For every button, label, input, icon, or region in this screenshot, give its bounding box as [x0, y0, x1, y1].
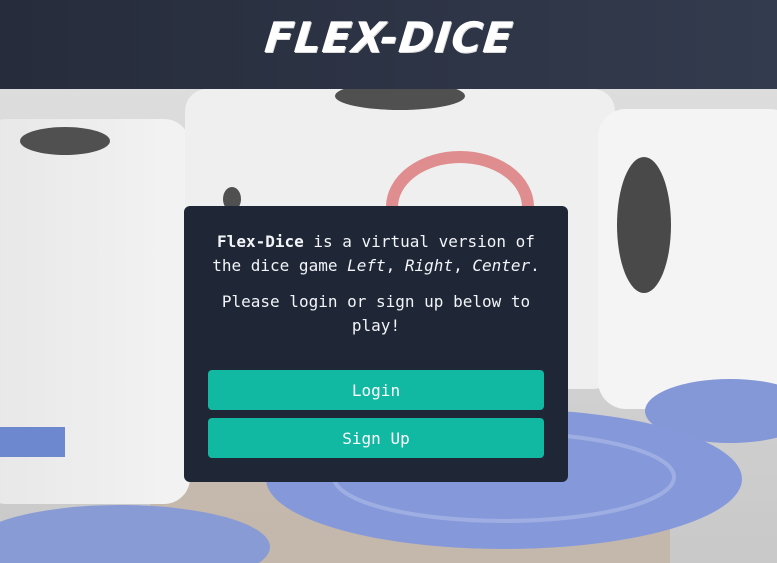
login-button[interactable]: Login	[208, 370, 544, 410]
welcome-card: Flex-Dice is a virtual version of the di…	[184, 206, 568, 482]
separator: ,	[453, 256, 473, 275]
game-word-center: Center	[472, 256, 531, 275]
game-word-left: Left	[347, 256, 386, 275]
login-prompt: Please login or sign up below to play!	[221, 292, 531, 335]
site-header: FLEX-DICE	[0, 0, 777, 89]
intro-text: Flex-Dice is a virtual version of the di…	[208, 230, 544, 278]
brand-name: Flex-Dice	[217, 232, 304, 251]
intro-end: .	[530, 256, 540, 275]
separator: ,	[385, 256, 405, 275]
signup-button[interactable]: Sign Up	[208, 418, 544, 458]
game-word-right: Right	[404, 256, 454, 275]
site-logo[interactable]: FLEX-DICE	[262, 13, 515, 62]
